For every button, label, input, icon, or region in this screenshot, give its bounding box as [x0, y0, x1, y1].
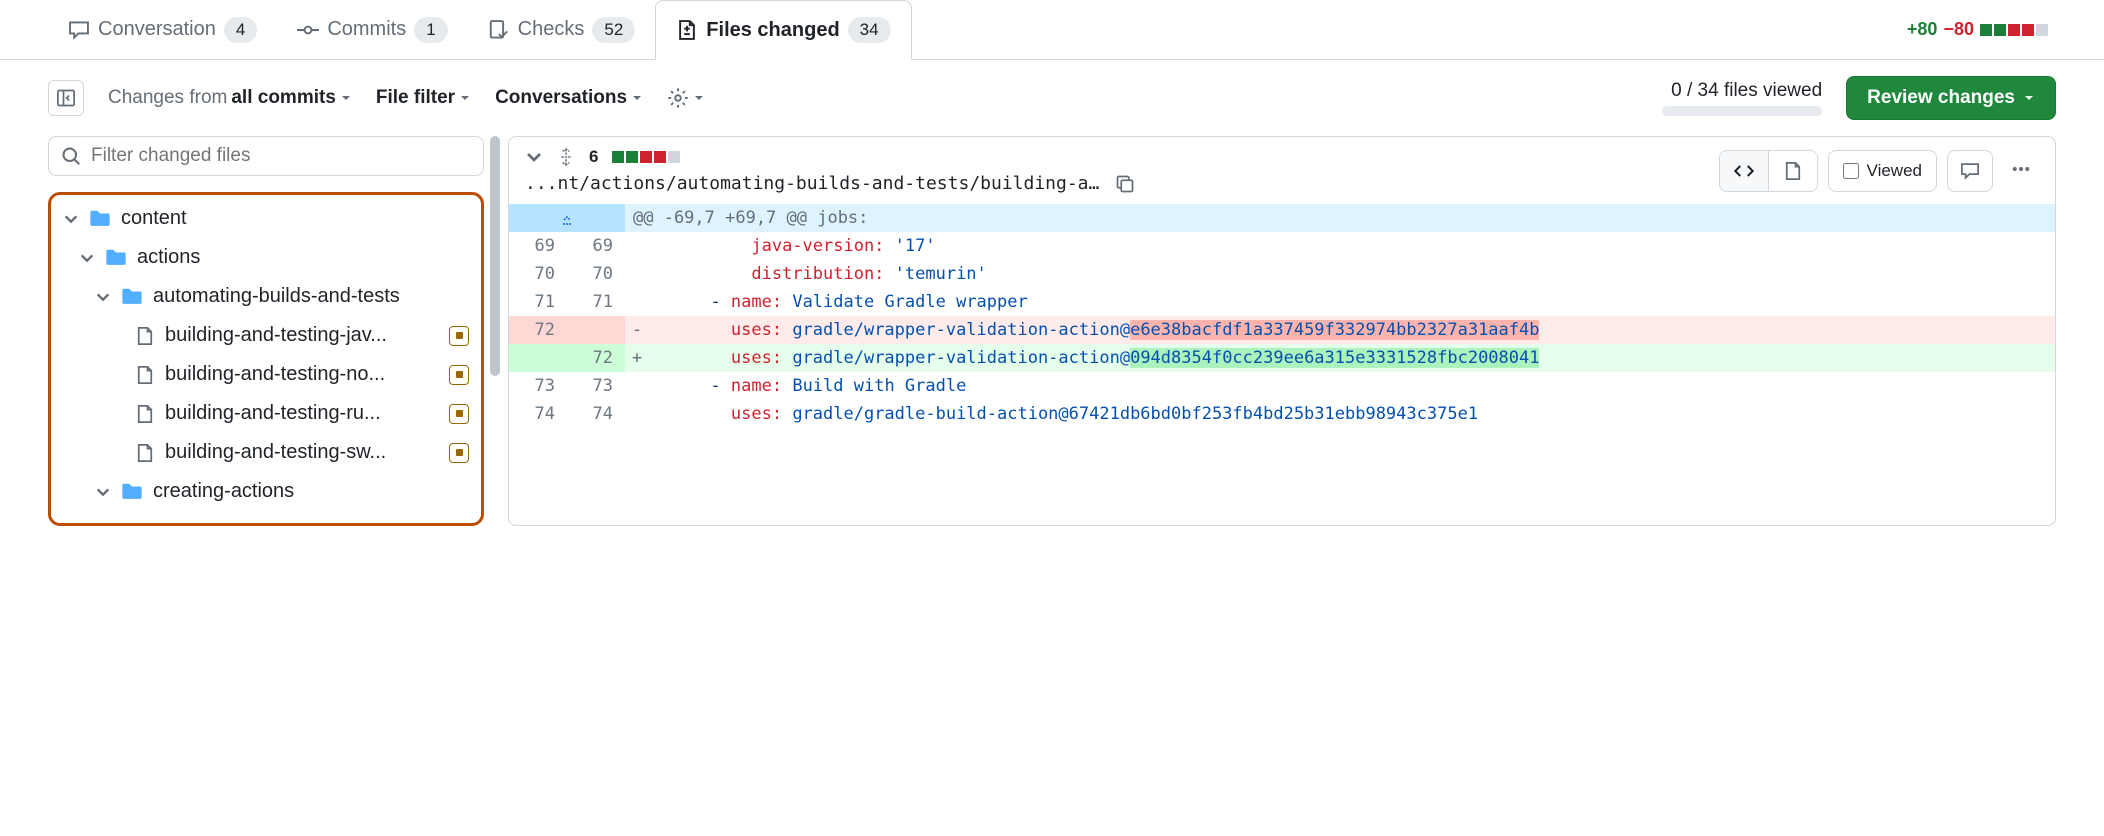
pr-tabs: Conversation 4 Commits 1 Checks 52 Files… [0, 0, 2104, 60]
diffstat: +80 −80 [1907, 19, 2056, 40]
tree-item-label: actions [137, 246, 469, 269]
viewed-checkbox-input[interactable] [1843, 163, 1859, 179]
file-tree-sidebar: content actions automating-builds-and-test… [48, 136, 484, 526]
tree-item-label: content [121, 207, 469, 230]
chevron-down-icon[interactable] [525, 148, 543, 166]
modified-badge-icon [449, 404, 469, 424]
tree-file[interactable]: building-and-testing-sw... [51, 433, 481, 472]
more-options-button[interactable] [2003, 151, 2039, 190]
search-icon [61, 146, 81, 166]
filter-input-wrap[interactable] [48, 136, 484, 176]
tab-checks-label: Checks [518, 18, 585, 41]
tab-conversation[interactable]: Conversation 4 [48, 1, 277, 59]
conversations-dropdown[interactable]: Conversations [495, 87, 643, 109]
diff-line[interactable]: 72+ uses: gradle/wrapper-validation-acti… [509, 344, 2055, 372]
code-icon [1734, 161, 1754, 181]
sidebar-toggle-button[interactable] [48, 80, 84, 116]
viewed-status-text: 0 / 34 files viewed [1662, 80, 1822, 102]
tree-item-label: building-and-testing-sw... [165, 441, 439, 464]
tree-item-label: building-and-testing-jav... [165, 324, 439, 347]
tab-files-changed[interactable]: Files changed 34 [655, 0, 911, 60]
tree-folder[interactable]: content [51, 199, 481, 238]
file-icon [1783, 161, 1803, 181]
tab-commits-count: 1 [414, 17, 447, 43]
diff-header: 6 ...nt/actions/automating-builds-and-te… [509, 137, 2055, 204]
file-filter-dropdown[interactable]: File filter [376, 87, 471, 109]
tab-checks-count: 52 [592, 17, 635, 43]
caret-down-icon [693, 92, 705, 104]
review-changes-label: Review changes [1867, 87, 2015, 109]
diff-change-count: 6 [589, 147, 598, 167]
tab-files-label: Files changed [706, 19, 839, 42]
diff-hunk: @@ -69,7 +69,7 @@ jobs:6969 java-version… [509, 204, 2055, 428]
tab-commits[interactable]: Commits 1 [277, 1, 467, 59]
diff-line[interactable]: 7070 distribution: 'temurin' [509, 260, 2055, 288]
tree-file[interactable]: building-and-testing-no... [51, 355, 481, 394]
settings-dropdown[interactable] [667, 87, 705, 109]
caret-down-icon [340, 92, 352, 104]
diffstat-deletions: −80 [1943, 19, 1974, 40]
changes-from-dropdown[interactable]: Changes from all commits [108, 87, 352, 109]
diff-mini-blocks [612, 151, 680, 163]
diff-line[interactable]: 72- uses: gradle/wrapper-validation-acti… [509, 316, 2055, 344]
review-changes-button[interactable]: Review changes [1846, 76, 2056, 120]
tab-conversation-count: 4 [224, 17, 257, 43]
caret-down-icon [2023, 92, 2035, 104]
tree-item-label: building-and-testing-no... [165, 363, 439, 386]
source-view-button[interactable] [1720, 151, 1768, 191]
file-filter-label: File filter [376, 87, 455, 109]
file-diff-icon [676, 19, 698, 41]
modified-badge-icon [449, 365, 469, 385]
files-viewed-status: 0 / 34 files viewed [1662, 80, 1822, 116]
modified-badge-icon [449, 443, 469, 463]
caret-down-icon [459, 92, 471, 104]
tree-file[interactable]: building-and-testing-ru... [51, 394, 481, 433]
comment-button[interactable] [1947, 150, 1993, 192]
scrollbar[interactable] [490, 136, 500, 596]
viewed-checkbox[interactable]: Viewed [1828, 150, 1937, 192]
changes-from-value: all commits [231, 87, 336, 109]
tree-item-label: creating-actions [153, 480, 469, 503]
modified-badge-icon [449, 326, 469, 346]
hunk-header[interactable]: @@ -69,7 +69,7 @@ jobs: [509, 204, 2055, 232]
diff-line[interactable]: 6969 java-version: '17' [509, 232, 2055, 260]
gear-icon [667, 87, 689, 109]
scrollbar-thumb[interactable] [490, 136, 500, 376]
conversations-label: Conversations [495, 87, 627, 109]
checklist-icon [488, 19, 510, 41]
rendered-view-button[interactable] [1768, 151, 1817, 191]
tab-conversation-label: Conversation [98, 18, 216, 41]
tree-file[interactable]: building-and-testing-jav... [51, 316, 481, 355]
copy-icon[interactable] [1115, 174, 1135, 194]
view-mode-toggle [1719, 150, 1818, 192]
viewed-progress-bar [1662, 106, 1822, 116]
tree-item-label: automating-builds-and-tests [153, 285, 469, 308]
tree-folder[interactable]: creating-actions [51, 472, 481, 511]
tab-commits-label: Commits [327, 18, 406, 41]
diff-line[interactable]: 7373 - name: Build with Gradle [509, 372, 2055, 400]
tab-files-count: 34 [848, 17, 891, 43]
sidebar-collapse-icon [56, 88, 76, 108]
tree-folder[interactable]: actions [51, 238, 481, 277]
diff-line[interactable]: 7474 uses: gradle/gradle-build-action@67… [509, 400, 2055, 428]
diffstat-additions: +80 [1907, 19, 1938, 40]
caret-down-icon [631, 92, 643, 104]
kebab-icon [2011, 159, 2031, 179]
comment-icon [68, 19, 90, 41]
diff-panel: 6 ...nt/actions/automating-builds-and-te… [508, 136, 2056, 526]
viewed-label: Viewed [1867, 161, 1922, 181]
diffstat-blocks [1980, 24, 2048, 36]
expand-icon[interactable] [557, 148, 575, 166]
comment-icon [1960, 161, 1980, 181]
tab-checks[interactable]: Checks 52 [468, 1, 656, 59]
tree-folder[interactable]: automating-builds-and-tests [51, 277, 481, 316]
changes-from-prefix: Changes from [108, 87, 227, 109]
diff-line[interactable]: 7171 - name: Validate Gradle wrapper [509, 288, 2055, 316]
diff-file-path[interactable]: ...nt/actions/automating-builds-and-test… [525, 173, 1099, 194]
commit-icon [297, 19, 319, 41]
diff-toolbar: Changes from all commits File filter Con… [0, 60, 2104, 136]
filter-files-input[interactable] [91, 145, 471, 167]
tree-item-label: building-and-testing-ru... [165, 402, 439, 425]
file-tree: content actions automating-builds-and-test… [48, 192, 484, 526]
